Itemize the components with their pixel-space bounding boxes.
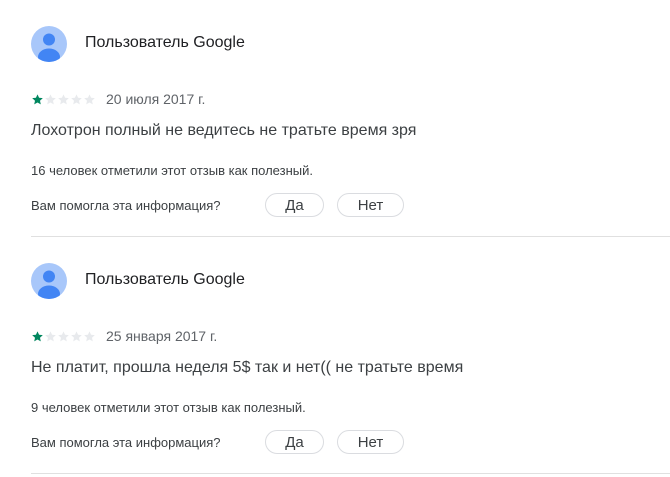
- star-empty-icon: [45, 330, 56, 341]
- star-filled-icon: [32, 330, 43, 341]
- helpful-count: 9 человек отметили этот отзыв как полезн…: [31, 400, 306, 415]
- helpful-no-button[interactable]: Нет: [337, 430, 404, 454]
- review-author: Пользователь Google: [85, 271, 245, 288]
- star-empty-icon: [71, 330, 82, 341]
- review-author: Пользователь Google: [85, 34, 245, 51]
- star-empty-icon: [58, 93, 69, 104]
- review-card: Пользователь Google 20 июля 2017 г. Лохо…: [0, 0, 670, 237]
- helpful-count: 16 человек отметили этот отзыв как полез…: [31, 163, 313, 178]
- star-rating: [31, 330, 97, 343]
- user-avatar-icon: [31, 26, 67, 62]
- star-empty-icon: [45, 93, 56, 104]
- star-empty-icon: [71, 93, 82, 104]
- star-rating: [31, 93, 97, 106]
- helpful-yes-button[interactable]: Да: [265, 430, 324, 454]
- helpful-question: Вам помогла эта информация?: [31, 198, 221, 213]
- review-date: 25 января 2017 г.: [106, 328, 218, 344]
- review-card: Пользователь Google 25 января 2017 г. Не…: [0, 237, 670, 474]
- review-text: Лохотрон полный не ведитесь не тратьте в…: [31, 122, 417, 139]
- star-empty-icon: [84, 330, 95, 341]
- helpful-no-button[interactable]: Нет: [337, 193, 404, 217]
- rating-row: 20 июля 2017 г.: [31, 91, 205, 107]
- star-filled-icon: [32, 93, 43, 104]
- rating-row: 25 января 2017 г.: [31, 328, 217, 344]
- review-date: 20 июля 2017 г.: [106, 91, 206, 107]
- review-text: Не платит, прошла неделя 5$ так и нет(( …: [31, 359, 464, 376]
- user-avatar-icon: [31, 263, 67, 299]
- helpful-question: Вам помогла эта информация?: [31, 435, 221, 450]
- star-empty-icon: [84, 93, 95, 104]
- helpful-yes-button[interactable]: Да: [265, 193, 324, 217]
- divider: [31, 473, 670, 474]
- star-empty-icon: [58, 330, 69, 341]
